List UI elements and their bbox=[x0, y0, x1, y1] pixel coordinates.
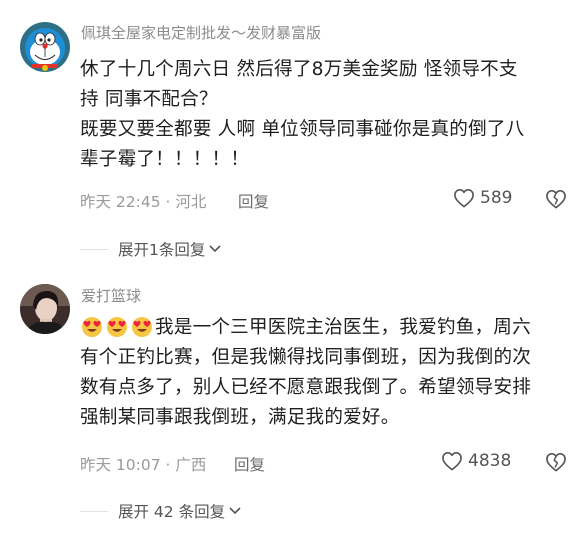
comment-item: 佩琪全屋家电定制批发～发财暴富版 休了十几个周六日 然后得了8万美金奖励 怪领导… bbox=[0, 0, 587, 270]
timestamp-location: 昨天 10:07 · 广西 bbox=[80, 456, 207, 474]
comment-line: 有个正钓比赛，但是我懒得找同事倒班，因为我倒的次 bbox=[80, 347, 532, 368]
avatar[interactable] bbox=[20, 22, 70, 72]
username[interactable]: 爱打篮球 bbox=[81, 285, 141, 306]
chevron-down-icon bbox=[209, 245, 221, 253]
comment-body: 休了十几个周六日 然后得了8万美金奖励 怪领导不支 持 同事不配合？ 既要又要全… bbox=[80, 55, 570, 175]
comment-line: 我是一个三甲医院主治医生，我爱钓鱼，周六 bbox=[80, 313, 570, 343]
comment-item: 爱打篮球 我是一个三甲医院主治医生，我爱钓鱼，周六 有个正钓比赛，但是我懒得找同… bbox=[0, 270, 587, 536]
like-button[interactable]: 589 bbox=[453, 188, 512, 208]
broken-heart-icon bbox=[546, 190, 566, 209]
comment-body: 我是一个三甲医院主治医生，我爱钓鱼，周六 有个正钓比赛，但是我懒得找同事倒班，因… bbox=[80, 313, 570, 433]
chevron-down-icon bbox=[229, 507, 241, 515]
divider-line bbox=[80, 510, 108, 512]
comment-line-text: 我是一个三甲医院主治医生，我爱钓鱼，周六 bbox=[155, 317, 531, 338]
expand-replies[interactable]: 展开 42 条回复 bbox=[80, 500, 242, 522]
dislike-button[interactable] bbox=[545, 189, 567, 213]
avatar[interactable] bbox=[20, 284, 70, 334]
heart-icon bbox=[454, 189, 474, 208]
dislike-button[interactable] bbox=[545, 452, 567, 476]
broken-heart-icon bbox=[546, 453, 566, 472]
expand-replies-label: 展开1条回复 bbox=[118, 241, 206, 259]
username[interactable]: 佩琪全屋家电定制批发～发财暴富版 bbox=[81, 22, 321, 43]
comment-line: 辈子霉了！！！！！ bbox=[80, 149, 250, 170]
heart-icon bbox=[442, 452, 462, 471]
like-count: 4838 bbox=[468, 451, 512, 471]
comment-line: 休了十几个周六日 然后得了8万美金奖励 怪领导不支 bbox=[80, 59, 518, 80]
timestamp-location: 昨天 22:45 · 河北 bbox=[80, 193, 207, 211]
heart-eyes-emoji-icon bbox=[130, 315, 154, 337]
like-count: 589 bbox=[480, 188, 513, 208]
comment-line: 持 同事不配合？ bbox=[80, 89, 218, 110]
divider-line bbox=[80, 248, 108, 250]
like-button[interactable]: 4838 bbox=[441, 451, 511, 471]
heart-eyes-emoji-icon bbox=[80, 315, 104, 337]
reply-button[interactable]: 回复 bbox=[234, 453, 265, 475]
doraemon-avatar-icon bbox=[20, 22, 70, 72]
comment-line: 数有点多了，别人已经不愿意跟我倒了。希望领导安排 bbox=[80, 377, 532, 398]
heart-eyes-emoji-icon bbox=[105, 315, 129, 337]
expand-replies[interactable]: 展开1条回复 bbox=[80, 238, 222, 260]
reply-button[interactable]: 回复 bbox=[238, 190, 269, 212]
comment-line: 既要又要全都要 人啊 单位领导同事碰你是真的倒了八 bbox=[80, 119, 525, 140]
portrait-avatar-icon bbox=[20, 284, 70, 334]
expand-replies-label: 展开 42 条回复 bbox=[118, 503, 226, 521]
comment-line: 强制某同事跟我倒班，满足我的爱好。 bbox=[80, 407, 400, 428]
